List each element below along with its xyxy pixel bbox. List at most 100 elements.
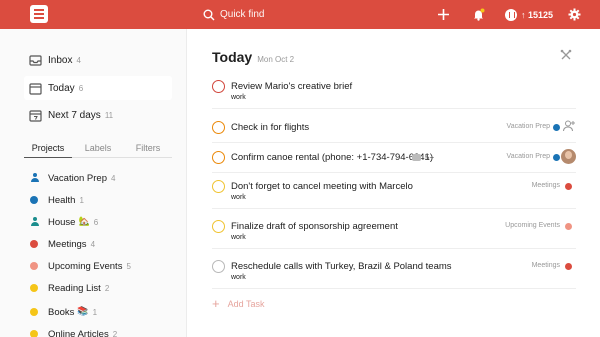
karma-arrow-icon: ↑ (521, 9, 529, 20)
shared-project-icon (30, 173, 40, 183)
project-label: Upcoming Events (48, 260, 123, 272)
task-project[interactable]: Vacation Prep (507, 153, 550, 160)
task-checkbox[interactable] (212, 80, 225, 93)
settings-gear-icon[interactable] (565, 5, 584, 24)
project-color-dot (30, 330, 38, 337)
karma-icon (505, 8, 517, 21)
project-color-dot (565, 223, 572, 230)
add-task-label: Add Task (227, 299, 265, 309)
todoist-logo-icon[interactable] (30, 5, 48, 23)
project-color-dot (30, 308, 38, 316)
project-count: 2 (104, 283, 110, 293)
task-title[interactable]: Review Mario's creative brief (231, 80, 352, 93)
sidebar-item-count: 6 (78, 83, 84, 93)
tab-projects[interactable]: Projects (24, 142, 72, 158)
sidebar-item-meetings[interactable]: Meetings 4 (30, 234, 95, 254)
karma-indicator[interactable]: ↑ 15125 (505, 6, 553, 23)
house-emoji: 🏡 (78, 217, 90, 227)
task-checkbox[interactable] (212, 121, 225, 134)
comment-count: 5+ (425, 153, 435, 162)
project-color-dot (30, 284, 38, 292)
task-label[interactable]: work (231, 234, 246, 241)
task-checkbox[interactable] (212, 180, 225, 193)
task-item[interactable]: Review Mario's creative brief work (212, 80, 576, 109)
sidebar-item-reading-list[interactable]: Reading List 2 (30, 278, 109, 298)
task-project[interactable]: Meetings (532, 182, 560, 189)
search-placeholder: Quick find (220, 9, 265, 20)
view-options-icon[interactable] (560, 49, 572, 61)
sidebar-item-health[interactable]: Health 1 (30, 190, 84, 210)
task-title[interactable]: Reschedule calls with Turkey, Brazil & P… (231, 260, 452, 273)
project-color-dot (565, 183, 572, 190)
project-color-dot (553, 154, 560, 161)
sidebar-item-count: 11 (104, 110, 114, 120)
sidebar-item-today[interactable]: Today 6 (24, 76, 172, 100)
sidebar-item-upcoming-events[interactable]: Upcoming Events 5 (30, 256, 131, 276)
add-icon[interactable] (434, 5, 453, 24)
task-checkbox[interactable] (212, 220, 225, 233)
top-bar: Quick find ↑ 15125 (0, 0, 600, 29)
books-emoji: 📚 (77, 307, 89, 317)
task-checkbox[interactable] (212, 151, 225, 164)
karma-score: 15125 (528, 9, 554, 20)
inbox-icon (29, 54, 42, 67)
sidebar-item-label: Next 7 days (48, 109, 101, 121)
project-tabs: Projects Labels Filters (24, 142, 172, 158)
task-item[interactable]: Reschedule calls with Turkey, Brazil & P… (212, 260, 576, 289)
project-color-dot (30, 262, 38, 270)
view-header: Today Mon Oct 2 (212, 49, 294, 65)
add-task-button[interactable]: + Add Task (212, 297, 265, 310)
project-color-dot (30, 196, 38, 204)
project-count: 1 (79, 195, 84, 205)
avatar[interactable] (561, 149, 576, 164)
task-project[interactable]: Vacation Prep (507, 123, 550, 130)
page-title: Today (212, 49, 253, 65)
comment-icon (412, 154, 421, 161)
project-count: 4 (90, 239, 96, 249)
task-comments[interactable]: 5+ (412, 153, 434, 162)
project-label: Online Articles (48, 328, 109, 337)
project-label: House (48, 216, 76, 228)
task-project[interactable]: Meetings (532, 262, 560, 269)
main-content: Today Mon Oct 2 Review Mario's creative … (188, 29, 600, 337)
project-count: 6 (93, 217, 99, 227)
sidebar-item-books[interactable]: Books 📚 1 (30, 302, 97, 322)
tab-labels[interactable]: Labels (72, 142, 124, 158)
sidebar-item-vacation-prep[interactable]: Vacation Prep 4 (30, 168, 115, 188)
task-item[interactable]: Confirm canoe rental (phone: +1-734-794-… (212, 149, 576, 173)
project-label: Meetings (48, 238, 87, 250)
sidebar: Inbox 4 Today 6 Next 7 days 11 Projects … (0, 29, 187, 337)
task-title[interactable]: Check in for flights (231, 121, 309, 134)
calendar-today-icon (29, 82, 42, 95)
sidebar-item-label: Today (48, 82, 75, 94)
sidebar-item-inbox[interactable]: Inbox 4 (24, 48, 172, 72)
sidebar-item-house[interactable]: House 🏡 6 (30, 212, 98, 232)
task-title[interactable]: Finalize draft of sponsorship agreement (231, 220, 398, 233)
project-count: 4 (110, 173, 116, 183)
project-count: 5 (126, 261, 131, 271)
task-label[interactable]: work (231, 94, 246, 101)
task-label[interactable]: work (231, 194, 246, 201)
task-item[interactable]: Don't forget to cancel meeting with Marc… (212, 180, 576, 209)
task-item[interactable]: Check in for flights Vacation Prep (212, 119, 576, 143)
project-label: Books (48, 306, 75, 318)
project-color-dot (553, 124, 560, 131)
task-title[interactable]: Don't forget to cancel meeting with Marc… (231, 180, 413, 193)
sidebar-item-count: 4 (76, 55, 81, 65)
page-date: Mon Oct 2 (257, 55, 295, 64)
notifications-bell-icon[interactable] (469, 5, 488, 24)
tab-filters[interactable]: Filters (124, 142, 172, 158)
task-label[interactable]: work (231, 274, 246, 281)
shared-project-icon (30, 217, 40, 227)
sidebar-item-next-7-days[interactable]: Next 7 days 11 (24, 103, 172, 127)
task-project[interactable]: Upcoming Events (505, 222, 560, 229)
task-checkbox[interactable] (212, 260, 225, 273)
assign-person-icon[interactable] (562, 119, 576, 133)
sidebar-item-label: Inbox (48, 54, 73, 66)
task-title[interactable]: Confirm canoe rental (phone: +1-734-794-… (231, 151, 433, 164)
sidebar-item-online-articles[interactable]: Online Articles 2 (30, 324, 117, 337)
project-label: Health (48, 194, 76, 206)
quick-find-search[interactable]: Quick find (203, 5, 413, 24)
project-label: Vacation Prep (48, 172, 107, 184)
task-item[interactable]: Finalize draft of sponsorship agreement … (212, 220, 576, 249)
